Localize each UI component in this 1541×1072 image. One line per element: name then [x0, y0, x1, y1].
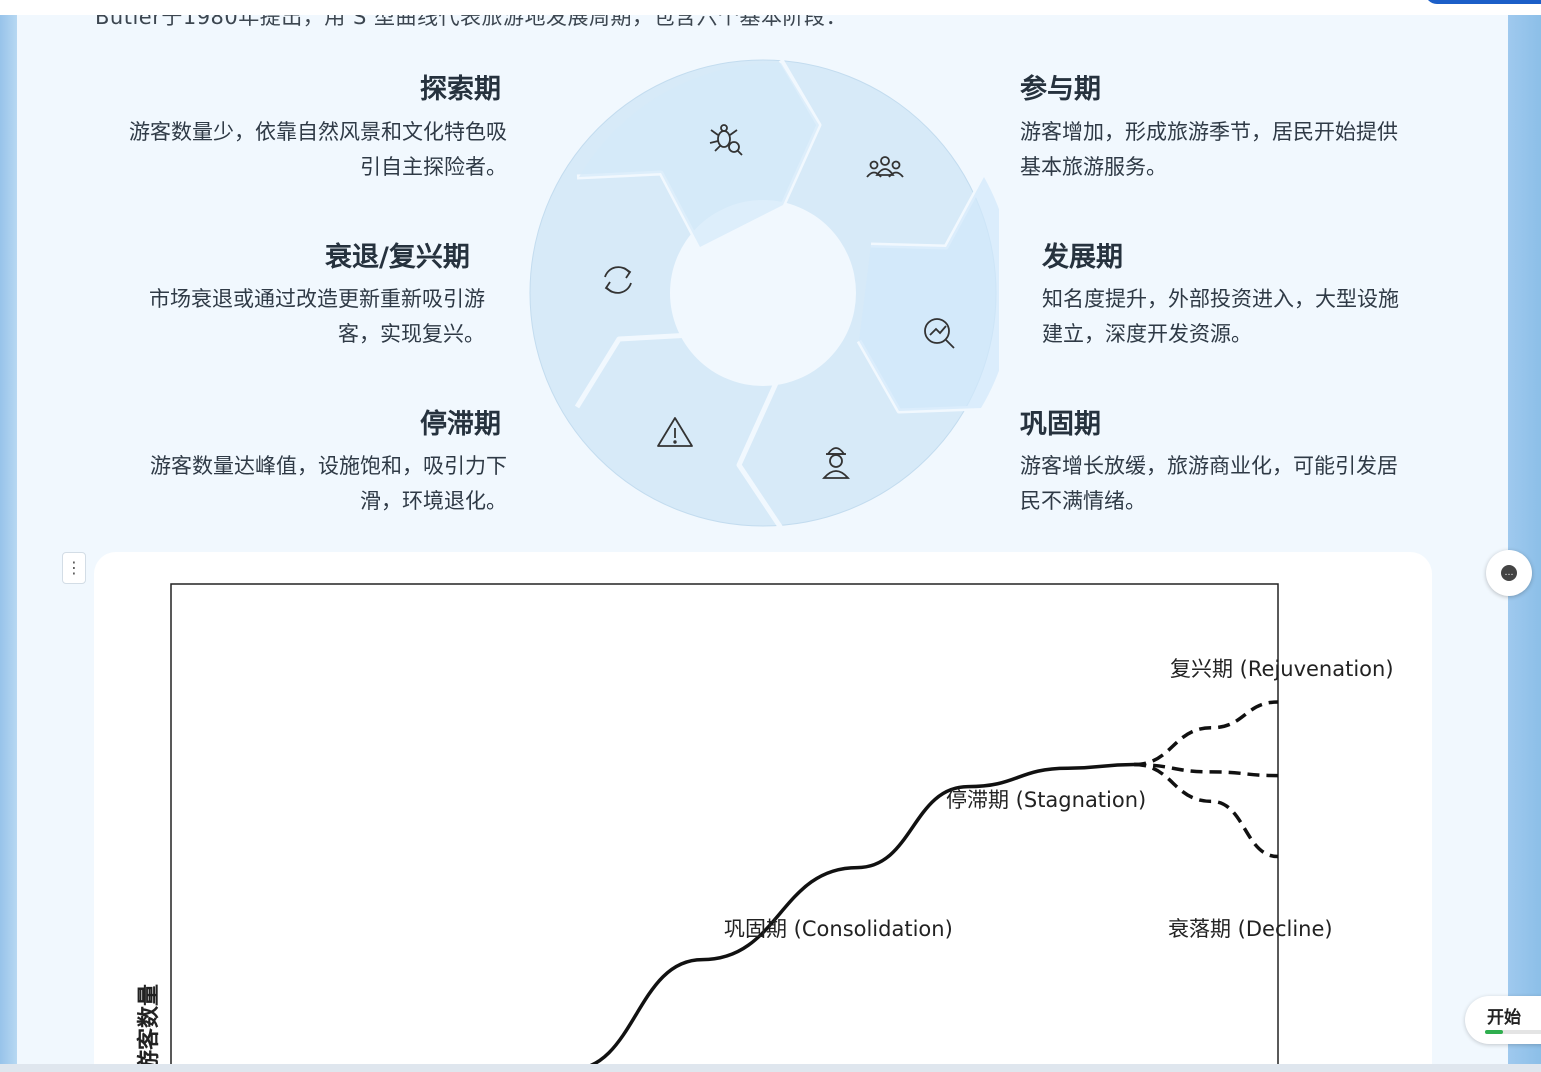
desc-line: 客，实现复兴。 [338, 322, 485, 346]
stage-title-involvement: 参与期 [1020, 74, 1101, 105]
stage-desc-development: 知名度提升，外部投资进入，大型设施 建立，深度开发资源。 [1042, 282, 1442, 352]
start-label: 开始 [1487, 1008, 1521, 1028]
intro-text: Butler于1980年提出，用 S 型曲线代表旅游地发展周期，包含六个基本阶段… [95, 15, 847, 29]
stage-desc-stagnation: 游客数量达峰值，设施饱和，吸引力下 滑，环境退化。 [107, 449, 507, 519]
stage-desc-exploration: 游客数量少，依靠自然风景和文化特色吸 引自主探险者。 [87, 115, 507, 185]
stage-desc-involvement: 游客增加，形成旅游季节，居民开始提供 基本旅游服务。 [1020, 115, 1440, 185]
lifecycle-chart-card: 复兴期 (Rejuvenation) 停滞期 (Stagnation) 巩固期 … [94, 552, 1432, 1072]
left-page-edge [0, 15, 17, 1072]
annotation-consolidation: 巩固期 (Consolidation) [724, 917, 953, 941]
stage-desc-consolidation: 游客增长放缓，旅游商业化，可能引发居 民不满情绪。 [1020, 449, 1440, 519]
desc-line: 引自主探险者。 [360, 155, 507, 179]
desc-line: 市场衰退或通过改造更新重新吸引游 [149, 287, 485, 311]
lifecycle-cycle-diagram [529, 58, 999, 530]
top-action-button[interactable] [1425, 0, 1541, 4]
stage-desc-decline-rejuvenation: 市场衰退或通过改造更新重新吸引游 客，实现复兴。 [107, 282, 485, 352]
desc-line: 滑，环境退化。 [360, 489, 507, 513]
desc-line: 游客增长放缓，旅游商业化，可能引发居 [1020, 454, 1398, 478]
series-line-3 [1134, 762, 1279, 859]
start-button[interactable]: 开始 [1465, 996, 1541, 1044]
stage-title-development: 发展期 [1042, 242, 1123, 273]
desc-line: 游客数量达峰值，设施饱和，吸引力下 [150, 454, 507, 478]
chat-button[interactable]: … [1486, 550, 1532, 596]
stage-title-decline-rejuvenation: 衰退/复兴期 [325, 242, 470, 273]
chat-bubble-icon: … [1501, 565, 1517, 581]
bottom-edge [0, 1064, 1541, 1072]
stage-title-consolidation: 巩固期 [1020, 409, 1101, 440]
series-layer [569, 700, 1279, 1072]
desc-line: 建立，深度开发资源。 [1042, 322, 1252, 346]
desc-line: 游客数量少，依靠自然风景和文化特色吸 [129, 120, 507, 144]
series-line-1 [1134, 700, 1279, 767]
right-scrollbar-area[interactable] [1508, 15, 1541, 1072]
start-progress-fill [1485, 1030, 1503, 1034]
y-axis-label: 游客数量 [136, 984, 162, 1072]
desc-line: 基本旅游服务。 [1020, 155, 1167, 179]
stage-title-stagnation: 停滞期 [420, 409, 501, 440]
stage-title-exploration: 探索期 [420, 74, 501, 105]
start-progress-bar [1485, 1030, 1541, 1034]
annotation-decline: 衰落期 (Decline) [1168, 917, 1333, 941]
annotation-rejuvenation: 复兴期 (Rejuvenation) [1170, 657, 1394, 681]
desc-line: 知名度提升，外部投资进入，大型设施 [1042, 287, 1399, 311]
desc-line: 民不满情绪。 [1020, 489, 1146, 513]
desc-line: 游客增加，形成旅游季节，居民开始提供 [1020, 120, 1398, 144]
block-menu-button[interactable]: ⋮ [62, 552, 86, 584]
plot-frame [170, 583, 1279, 1072]
annotation-stagnation: 停滞期 (Stagnation) [946, 788, 1146, 812]
main-content: Butler于1980年提出，用 S 型曲线代表旅游地发展周期，包含六个基本阶段… [17, 15, 1508, 1072]
lifecycle-chart: 复兴期 (Rejuvenation) 停滞期 (Stagnation) 巩固期 … [136, 583, 1394, 1072]
browser-top-bar [0, 0, 1541, 15]
